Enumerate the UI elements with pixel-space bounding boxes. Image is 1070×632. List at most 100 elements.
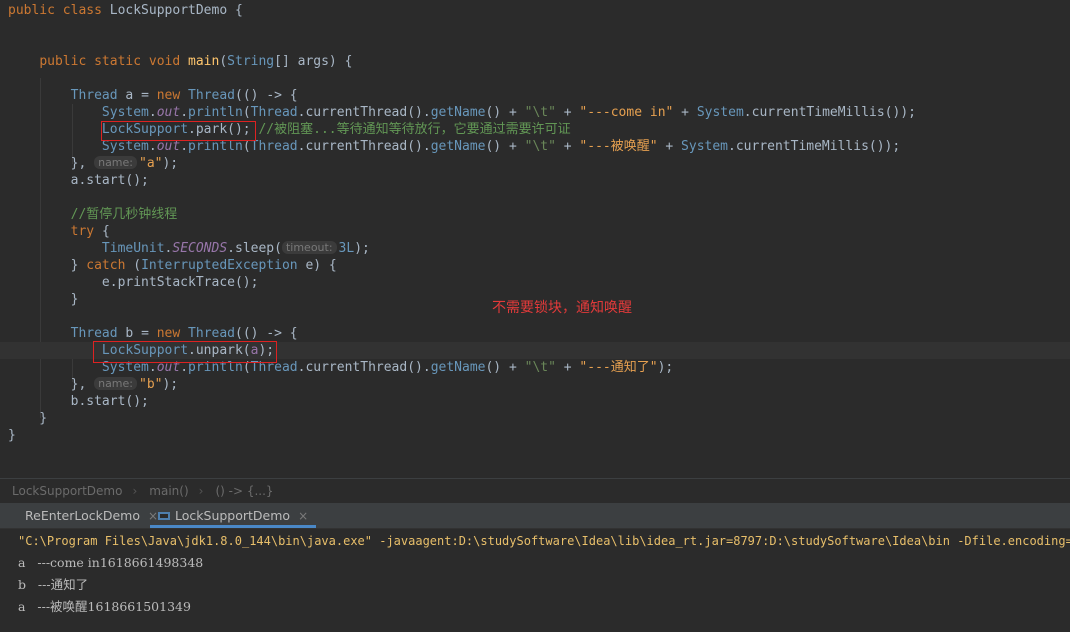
code-token: "---被唤醒" [579,139,658,154]
code-token: ); [162,156,179,171]
code-line: Thread b = new Thread(() -> { [0,325,298,342]
code-token: () + [485,360,525,375]
code-line: Thread a = new Thread(() -> { [0,87,298,104]
breadcrumb-separator: › [132,484,138,498]
code-token: .currentTimeMillis()); [728,139,901,154]
code-token: LockSupportDemo { [109,3,243,18]
code-token: SECONDS [172,241,228,256]
code-token: "\t" [524,105,556,120]
code-token: //暂停几秒钟线程 [70,207,178,222]
code-token: .currentTimeMillis()); [743,105,916,120]
code-token: ); [657,360,674,375]
code-token: + [673,105,697,120]
code-token: () + [485,139,525,154]
breadcrumb-class[interactable]: LockSupportDemo [12,484,122,498]
console-output[interactable]: "C:\Program Files\Java\jdk1.8.0_144\bin\… [0,529,1070,632]
code-token: } [8,258,87,273]
tab-locksupportdemo[interactable]: LockSupportDemo × [150,503,317,528]
run-config-icon [158,504,170,520]
code-token: catch [86,258,134,273]
code-token: System [101,139,149,154]
code-token: getName [430,139,486,154]
code-token: [] args) { [274,54,353,69]
code-token: .currentThread(). [297,105,431,120]
code-token: .currentThread(). [297,139,431,154]
console-command-line: "C:\Program Files\Java\jdk1.8.0_144\bin\… [18,534,1070,548]
console-output-line: b ---通知了 [18,577,89,592]
code-line: } [0,291,79,308]
code-token: . [148,139,157,154]
code-token: (() -> { [235,326,298,341]
code-token: + [555,105,580,120]
code-line: TimeUnit.SECONDS.sleep(timeout: 3L); [0,240,370,257]
tab-reenterlockdemo[interactable]: ReEnterLockDemo × [0,503,166,528]
code-editor[interactable]: public class LockSupportDemo { public st… [0,0,1070,478]
code-token: getName [430,360,486,375]
code-line: } [0,410,47,427]
code-token: b.start(); [8,394,149,409]
code-token: Thread [70,326,126,341]
code-token: a.start(); [8,173,149,188]
code-token: System [696,105,744,120]
code-token: a = [125,88,157,103]
code-token: + [657,139,682,154]
code-token: println [188,105,243,120]
code-token: InterruptedException [141,258,298,273]
code-token: } [8,411,48,426]
code-token: main [188,54,220,69]
close-icon[interactable]: × [298,509,308,523]
code-line: LockSupport.park(); //被阻塞...等待通知等待放行，它要通… [0,121,571,138]
code-token: } [8,292,79,307]
code-token: Thread [188,88,236,103]
code-line: }, name: "a"); [0,155,178,172]
tab-label: LockSupportDemo [175,508,291,523]
code-line: e.printStackTrace(); [0,274,259,291]
breadcrumb-method[interactable]: main() [149,484,188,498]
code-token: e.printStackTrace(); [8,275,259,290]
code-token: TimeUnit [101,241,165,256]
code-token: new [156,326,189,341]
code-line: } catch (InterruptedException e) { [0,257,337,274]
code-line: }, name: "b"); [0,376,178,393]
code-token: Thread [70,88,126,103]
breadcrumb-separator: › [198,484,204,498]
code-token: getName [430,105,486,120]
code-token: Thread [188,326,236,341]
code-token: () + [485,105,525,120]
code-token: { [101,224,110,239]
code-token: public static void [39,54,189,69]
code-line: a.start(); [0,172,149,189]
code-token: . [180,139,189,154]
breadcrumb-lambda[interactable]: () -> {...} [215,484,273,498]
code-token: "\t" [524,360,556,375]
breadcrumb: LockSupportDemo › main() › () -> {...} [0,478,1070,503]
code-token: + [555,360,580,375]
code-line: try { [0,223,110,240]
tab-label: ReEnterLockDemo [25,508,141,523]
code-token: "\t" [524,139,556,154]
code-line: //暂停几秒钟线程 [0,206,178,223]
code-token: out [156,105,181,120]
code-token: new [156,88,189,103]
code-token: }, [8,377,95,392]
code-token: . [148,105,157,120]
code-token: println [188,139,243,154]
code-token: ( [219,54,228,69]
code-token: b = [125,326,157,341]
code-line: System.out.println(Thread.currentThread(… [0,104,916,121]
code-token: try [70,224,102,239]
code-token: ); [162,377,179,392]
code-token: "b" [139,377,163,392]
code-token: 3L [338,241,355,256]
parameter-hint: timeout: [281,241,337,254]
console-output-line: a ---come in1618661498348 [18,555,204,570]
annotation-note: 不需要锁块，通知唤醒 [492,300,632,316]
